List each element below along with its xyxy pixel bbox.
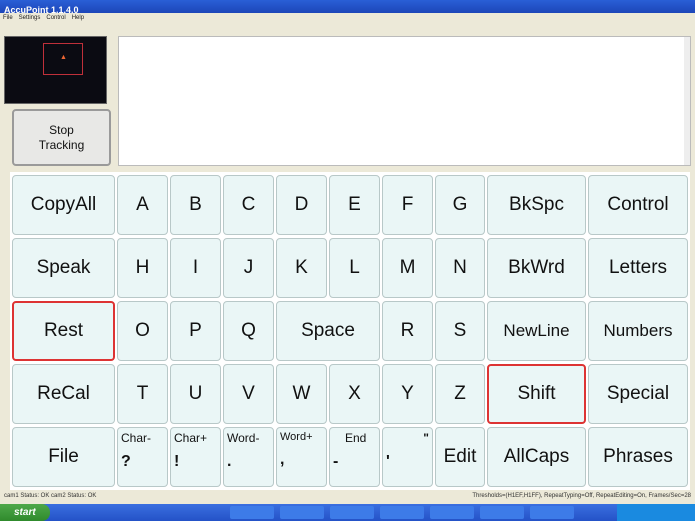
key-char-minus-glyph: ?	[121, 453, 131, 470]
key-x[interactable]: X	[329, 364, 380, 424]
key-i[interactable]: I	[170, 238, 221, 298]
keyboard-grid: CopyAll A B C D E F G BkSpc Control Spea…	[10, 172, 690, 490]
key-end[interactable]: End -	[329, 427, 380, 487]
tracking-dot-icon: ▲	[60, 54, 67, 61]
key-allcaps[interactable]: AllCaps	[487, 427, 586, 487]
key-word-plus-label: Word+	[280, 431, 313, 443]
menu-file[interactable]: File	[3, 13, 13, 24]
key-word-plus[interactable]: Word+ ,	[276, 427, 327, 487]
menu-help[interactable]: Help	[72, 13, 84, 24]
key-a[interactable]: A	[117, 175, 168, 235]
key-newline[interactable]: NewLine	[487, 301, 586, 361]
key-bkwrd[interactable]: BkWrd	[487, 238, 586, 298]
camera-status: cam1 Status: OK cam2 Status: OK	[4, 493, 97, 499]
key-recal[interactable]: ReCal	[12, 364, 115, 424]
key-g[interactable]: G	[435, 175, 485, 235]
key-file[interactable]: File	[12, 427, 115, 487]
key-f[interactable]: F	[382, 175, 433, 235]
key-control[interactable]: Control	[588, 175, 688, 235]
taskbar-item[interactable]	[230, 506, 274, 519]
text-output-area[interactable]	[118, 36, 691, 166]
key-n[interactable]: N	[435, 238, 485, 298]
taskbar-item[interactable]	[280, 506, 324, 519]
title-bar: AccuPoint 1.1.4.0	[0, 0, 695, 15]
key-r[interactable]: R	[382, 301, 433, 361]
key-char-plus[interactable]: Char+ !	[170, 427, 221, 487]
key-o[interactable]: O	[117, 301, 168, 361]
taskbar-item[interactable]	[330, 506, 374, 519]
key-char-plus-label: Char+	[174, 431, 208, 445]
key-quote-glyph: '	[386, 453, 390, 470]
key-m[interactable]: M	[382, 238, 433, 298]
key-s[interactable]: S	[435, 301, 485, 361]
key-char-minus[interactable]: Char- ?	[117, 427, 168, 487]
system-tray	[617, 504, 695, 521]
key-speak[interactable]: Speak	[12, 238, 115, 298]
key-l[interactable]: L	[329, 238, 380, 298]
key-z[interactable]: Z	[435, 364, 485, 424]
stop-label-line2: Tracking	[38, 137, 85, 152]
status-bar: cam1 Status: OK cam2 Status: OK Threshol…	[0, 491, 695, 502]
key-numbers[interactable]: Numbers	[588, 301, 688, 361]
key-k[interactable]: K	[276, 238, 327, 298]
taskbar-item[interactable]	[480, 506, 524, 519]
stop-tracking-button[interactable]: Stop Tracking	[12, 109, 111, 166]
key-space[interactable]: Space	[276, 301, 380, 361]
vertical-scrollbar[interactable]	[684, 37, 690, 165]
key-rest[interactable]: Rest	[12, 301, 115, 361]
key-end-glyph: -	[333, 453, 339, 470]
taskbar-item[interactable]	[530, 506, 574, 519]
key-q[interactable]: Q	[223, 301, 274, 361]
start-button[interactable]: start	[0, 504, 50, 521]
key-edit[interactable]: Edit	[435, 427, 485, 487]
key-u[interactable]: U	[170, 364, 221, 424]
camera-preview: ▲	[4, 36, 107, 104]
key-bkspc[interactable]: BkSpc	[487, 175, 586, 235]
key-word-minus-glyph: .	[227, 453, 232, 470]
key-letters[interactable]: Letters	[588, 238, 688, 298]
key-p[interactable]: P	[170, 301, 221, 361]
key-char-minus-label: Char-	[121, 431, 152, 445]
key-word-plus-glyph: ,	[280, 451, 285, 468]
stop-tracking-label: Stop Tracking	[39, 123, 85, 153]
taskbar: start	[0, 504, 695, 521]
key-phrases[interactable]: Phrases	[588, 427, 688, 487]
key-word-minus-label: Word-	[227, 431, 260, 445]
taskbar-item[interactable]	[380, 506, 424, 519]
key-shift[interactable]: Shift	[487, 364, 586, 424]
key-h[interactable]: H	[117, 238, 168, 298]
key-copyall[interactable]: CopyAll	[12, 175, 115, 235]
key-c[interactable]: C	[223, 175, 274, 235]
key-d[interactable]: D	[276, 175, 327, 235]
taskbar-item[interactable]	[430, 506, 474, 519]
key-j[interactable]: J	[223, 238, 274, 298]
menu-control[interactable]: Control	[46, 13, 65, 24]
stop-label-line1: Stop	[49, 122, 74, 137]
key-end-label: End	[345, 431, 367, 445]
menu-bar: File Settings Control Help	[0, 13, 695, 24]
key-word-minus[interactable]: Word- .	[223, 427, 274, 487]
key-e[interactable]: E	[329, 175, 380, 235]
key-quote[interactable]: " '	[382, 427, 433, 487]
key-special[interactable]: Special	[588, 364, 688, 424]
threshold-status: Thresholds=(H1EF,H1FF), RepeatTyping=Off…	[472, 493, 691, 499]
key-v[interactable]: V	[223, 364, 274, 424]
key-quote-label: "	[423, 431, 429, 445]
key-y[interactable]: Y	[382, 364, 433, 424]
menu-settings[interactable]: Settings	[19, 13, 41, 24]
key-b[interactable]: B	[170, 175, 221, 235]
key-w[interactable]: W	[276, 364, 327, 424]
key-char-plus-glyph: !	[174, 453, 180, 470]
key-t[interactable]: T	[117, 364, 168, 424]
